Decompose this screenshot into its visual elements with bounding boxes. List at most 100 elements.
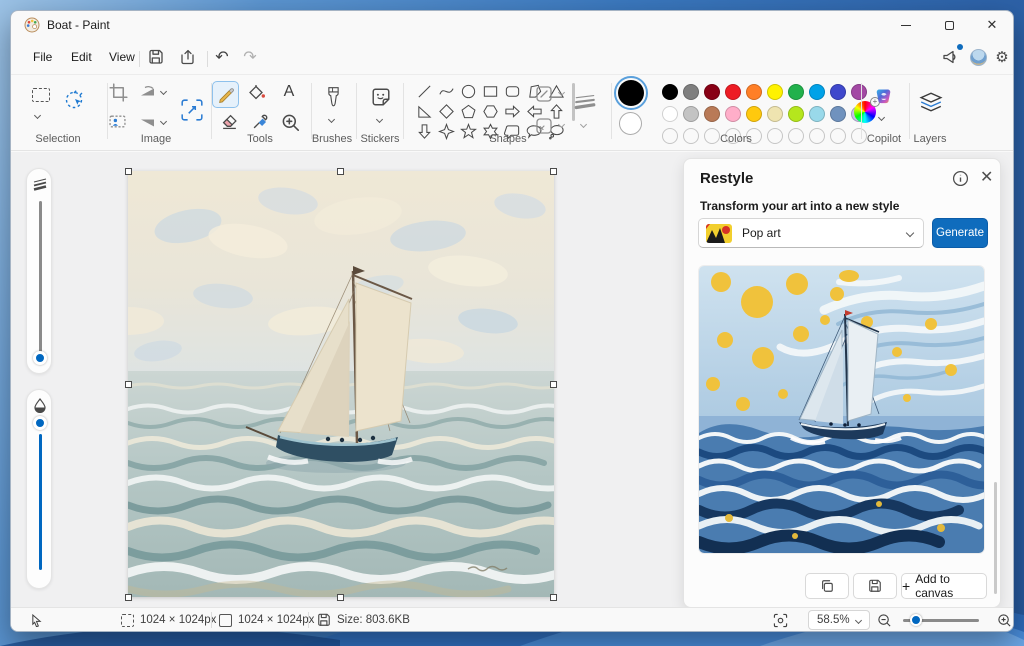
shape-arrow-right[interactable] [501, 101, 523, 121]
color-picker-button[interactable] [252, 113, 269, 130]
shape-four-point-star[interactable] [435, 121, 457, 141]
shape-rounded-rectangle[interactable] [501, 81, 523, 101]
add-to-canvas-button[interactable]: + Add to canvas [901, 573, 987, 599]
color-swatch[interactable] [683, 84, 699, 100]
save-result-button[interactable] [853, 573, 897, 599]
zoom-level-dropdown[interactable]: 58.5% [808, 610, 870, 630]
resize-handle-ne[interactable] [550, 168, 557, 175]
color-swatch[interactable] [767, 84, 783, 100]
shape-pentagon[interactable] [457, 101, 479, 121]
color-swatch[interactable] [809, 106, 825, 122]
menu-file[interactable]: File [25, 47, 60, 67]
resize-handle-w[interactable] [125, 381, 132, 388]
text-tool-button[interactable]: A [279, 82, 299, 102]
color-swatch-empty[interactable] [788, 128, 804, 144]
color-swatch[interactable] [704, 106, 720, 122]
color-swatch[interactable] [788, 106, 804, 122]
brushes-dropdown[interactable] [329, 117, 334, 122]
style-dropdown[interactable]: Pop art [698, 218, 924, 248]
resize-handle-s[interactable] [337, 594, 344, 601]
opacity-slider-thumb[interactable] [33, 416, 47, 430]
settings-button[interactable]: ⚙ [991, 46, 1013, 68]
color-swatch[interactable] [830, 106, 846, 122]
color-swatch[interactable] [662, 84, 678, 100]
color-swatch[interactable] [704, 84, 720, 100]
rotate-button[interactable] [139, 83, 157, 102]
stroke-size-button[interactable] [573, 91, 597, 111]
undo-button[interactable]: ↶ [211, 46, 233, 68]
resize-image-button[interactable] [177, 95, 207, 125]
layers-button[interactable] [913, 89, 949, 115]
shape-arrow-down[interactable] [413, 121, 435, 141]
minimize-button[interactable] [885, 11, 927, 39]
flip-dropdown[interactable] [161, 119, 166, 124]
color-swatch[interactable] [662, 106, 678, 122]
zoom-slider-thumb[interactable] [910, 614, 922, 626]
panel-scrollbar[interactable] [994, 482, 997, 594]
info-icon[interactable] [952, 170, 969, 187]
shape-curve[interactable] [435, 81, 457, 101]
color-swatch-empty[interactable] [683, 128, 699, 144]
size-slider-track[interactable] [39, 201, 42, 355]
copilot-dropdown[interactable] [879, 115, 884, 120]
generate-button[interactable]: Generate [932, 218, 988, 248]
canvas[interactable] [128, 171, 554, 597]
foreground-color-well[interactable] [617, 79, 645, 107]
stickers-dropdown[interactable] [377, 117, 382, 122]
resize-handle-nw[interactable] [125, 168, 132, 175]
color-swatch[interactable] [683, 106, 699, 122]
color-swatch[interactable] [767, 106, 783, 122]
stickers-button[interactable] [369, 85, 393, 109]
account-button[interactable] [967, 46, 989, 68]
magnifier-tool-button[interactable] [281, 113, 300, 132]
free-select-button[interactable] [61, 87, 87, 113]
rotate-dropdown[interactable] [161, 89, 166, 94]
fit-to-screen-button[interactable] [773, 608, 788, 632]
shape-rectangle[interactable] [479, 81, 501, 101]
title-bar[interactable]: Boat - Paint ✕ [11, 11, 1013, 39]
zoom-out-button[interactable] [877, 608, 892, 632]
copilot-button[interactable] [863, 85, 905, 111]
close-button[interactable]: ✕ [971, 11, 1013, 39]
share-button[interactable] [177, 46, 199, 68]
flip-button[interactable] [139, 113, 157, 132]
feedback-button[interactable] [939, 46, 961, 68]
maximize-button[interactable] [928, 11, 970, 39]
redo-button[interactable]: ↷ [239, 46, 261, 68]
rect-select-button[interactable] [27, 83, 55, 107]
brushes-button[interactable] [321, 83, 345, 111]
menu-edit[interactable]: Edit [63, 47, 100, 67]
color-swatch-empty[interactable] [662, 128, 678, 144]
shape-diamond[interactable] [435, 101, 457, 121]
shape-outline-button[interactable] [535, 85, 553, 103]
selection-dropdown[interactable] [35, 113, 40, 118]
eraser-tool-button[interactable] [221, 113, 238, 130]
shape-outline-dropdown[interactable] [559, 90, 564, 95]
color-swatch[interactable] [725, 84, 741, 100]
color-swatch-empty[interactable] [809, 128, 825, 144]
color-swatch[interactable] [746, 106, 762, 122]
shape-fill-dropdown[interactable] [559, 122, 564, 127]
shape-hexagon[interactable] [479, 101, 501, 121]
color-swatch[interactable] [725, 106, 741, 122]
save-button[interactable] [145, 46, 167, 68]
stroke-size-dropdown[interactable] [581, 122, 586, 127]
color-swatch-empty[interactable] [830, 128, 846, 144]
remove-background-button[interactable] [109, 113, 126, 130]
color-swatch[interactable] [830, 84, 846, 100]
color-swatch[interactable] [809, 84, 825, 100]
panel-close-button[interactable]: ✕ [980, 167, 993, 187]
resize-handle-e[interactable] [550, 381, 557, 388]
color-swatch[interactable] [746, 84, 762, 100]
copy-result-button[interactable] [805, 573, 849, 599]
menu-view[interactable]: View [101, 47, 143, 67]
opacity-slider-track[interactable] [39, 434, 42, 570]
fill-tool-button[interactable] [248, 83, 266, 102]
resize-handle-sw[interactable] [125, 594, 132, 601]
size-slider-thumb[interactable] [33, 351, 47, 365]
background-color-well[interactable] [619, 112, 643, 136]
shape-right-triangle[interactable] [413, 101, 435, 121]
crop-button[interactable] [109, 83, 128, 102]
shape-oval[interactable] [457, 81, 479, 101]
resize-handle-se[interactable] [550, 594, 557, 601]
